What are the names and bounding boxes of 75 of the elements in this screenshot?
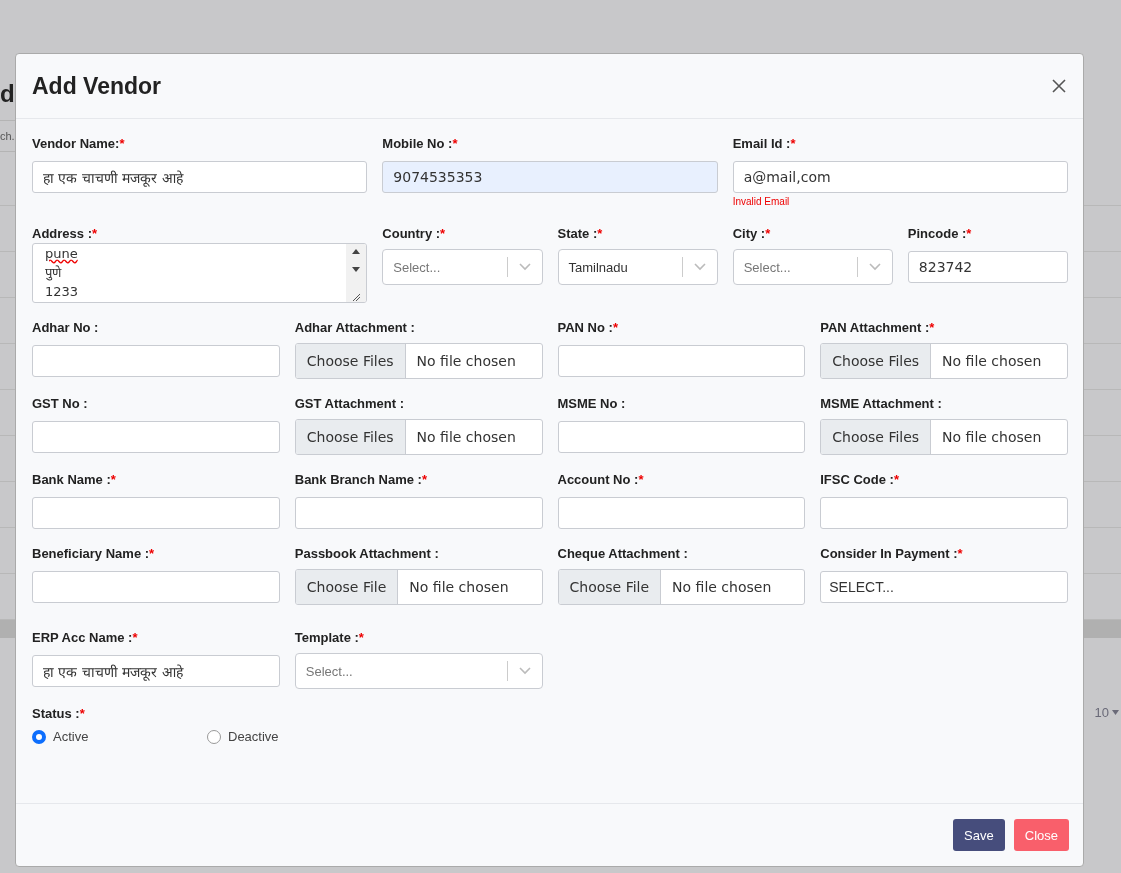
text-field[interactable]: 823742: [907, 251, 1068, 283]
field-label: GST No :: [32, 394, 89, 413]
choose-file-button[interactable]: Choose Files: [295, 344, 406, 378]
field-label: City :*: [732, 224, 772, 243]
select-dropdown[interactable]: Select...: [382, 249, 543, 285]
field-label: Pincode :*: [907, 224, 973, 243]
field-label: Account No :*: [557, 470, 645, 489]
address-textarea[interactable]: pune पुणे 1233: [32, 243, 368, 303]
field-label: Bank Name :*: [32, 470, 117, 489]
field-label: Country :*: [382, 224, 447, 243]
text-field[interactable]: 9074535353: [382, 161, 718, 193]
file-status: No file chosen: [671, 579, 772, 595]
radio-button[interactable]: [32, 729, 46, 744]
file-status: No file chosen: [415, 353, 516, 369]
select-dropdown[interactable]: Tamilnadu: [557, 249, 718, 285]
field-label: Bank Branch Name :*: [294, 470, 428, 489]
field-label: IFSC Code :*: [820, 470, 900, 489]
field-label: Passbook Attachment :: [294, 544, 440, 563]
text-field[interactable]: [32, 497, 280, 529]
select-dropdown[interactable]: Select...: [732, 249, 893, 285]
text-field[interactable]: [32, 421, 280, 453]
field-label: Cheque Attachment :: [557, 544, 689, 563]
file-status: No file chosen: [941, 353, 1042, 369]
save-button[interactable]: Save: [953, 819, 1005, 851]
scrollbar-drawing: [346, 244, 367, 302]
field-label: State :*: [557, 224, 604, 243]
field-label: Template :*: [294, 628, 365, 647]
choose-file-button[interactable]: Choose Files: [821, 420, 932, 454]
radio-button[interactable]: [207, 729, 221, 744]
choose-file-button[interactable]: Choose Files: [295, 420, 406, 454]
text-field[interactable]: [32, 345, 280, 377]
text-field[interactable]: [557, 345, 806, 377]
field-label: ERP Acc Name :*: [32, 628, 139, 647]
file-input[interactable]: Choose File No file chosen: [294, 569, 543, 605]
text-field[interactable]: a@mail,com: [732, 161, 1068, 193]
field-label: Consider In Payment :*: [820, 544, 964, 563]
text-field[interactable]: [557, 497, 806, 529]
field-label: Mobile No :*: [382, 134, 459, 153]
field-label: Address :*: [32, 224, 99, 243]
field-label: PAN No :*: [557, 318, 619, 337]
field-label: Beneficiary Name :*: [32, 544, 156, 563]
field-label: Email Id :*: [732, 134, 797, 153]
dialog-title: Add Vendor: [32, 72, 162, 100]
text-field[interactable]: [32, 571, 280, 603]
text-field[interactable]: [294, 497, 543, 529]
file-input[interactable]: Choose Files No file chosen: [294, 419, 543, 455]
field-label: GST Attachment :: [294, 394, 406, 413]
choose-file-button[interactable]: Choose File: [558, 570, 662, 604]
field-label: Vendor Name:*: [32, 134, 126, 153]
file-status: No file chosen: [415, 429, 516, 445]
choose-file-button[interactable]: Choose Files: [821, 344, 932, 378]
select-dropdown[interactable]: Select...: [294, 653, 543, 689]
file-input[interactable]: Choose Files No file chosen: [294, 343, 543, 379]
page-heading: d: [0, 80, 14, 108]
error-message: Invalid Email: [732, 196, 791, 207]
text-field[interactable]: [557, 421, 806, 453]
select-dropdown[interactable]: SELECT...: [820, 571, 1068, 603]
file-status: No file chosen: [941, 429, 1042, 445]
radio-option[interactable]: Active: [32, 729, 207, 744]
file-input[interactable]: Choose Files No file chosen: [820, 343, 1068, 379]
field-label: Adhar Attachment :: [294, 318, 416, 337]
text-field[interactable]: हा एक चाचणी मजकूर आहे: [32, 655, 280, 687]
field-label: MSME Attachment :: [820, 394, 943, 413]
text-field[interactable]: हा एक चाचणी मजकूर आहे: [32, 161, 368, 193]
caret-down-icon: [1112, 710, 1119, 715]
file-status: No file chosen: [408, 579, 509, 595]
field-label: Status :*: [32, 704, 86, 723]
text-field[interactable]: [820, 497, 1068, 529]
field-label: Adhar No :: [32, 318, 100, 337]
field-label: MSME No :: [557, 394, 627, 413]
field-label: PAN Attachment :*: [820, 318, 936, 337]
file-input[interactable]: Choose Files No file chosen: [820, 419, 1068, 455]
choose-file-button[interactable]: Choose File: [295, 570, 399, 604]
radio-option[interactable]: Deactive: [207, 729, 1068, 744]
file-input[interactable]: Choose File No file chosen: [557, 569, 806, 605]
